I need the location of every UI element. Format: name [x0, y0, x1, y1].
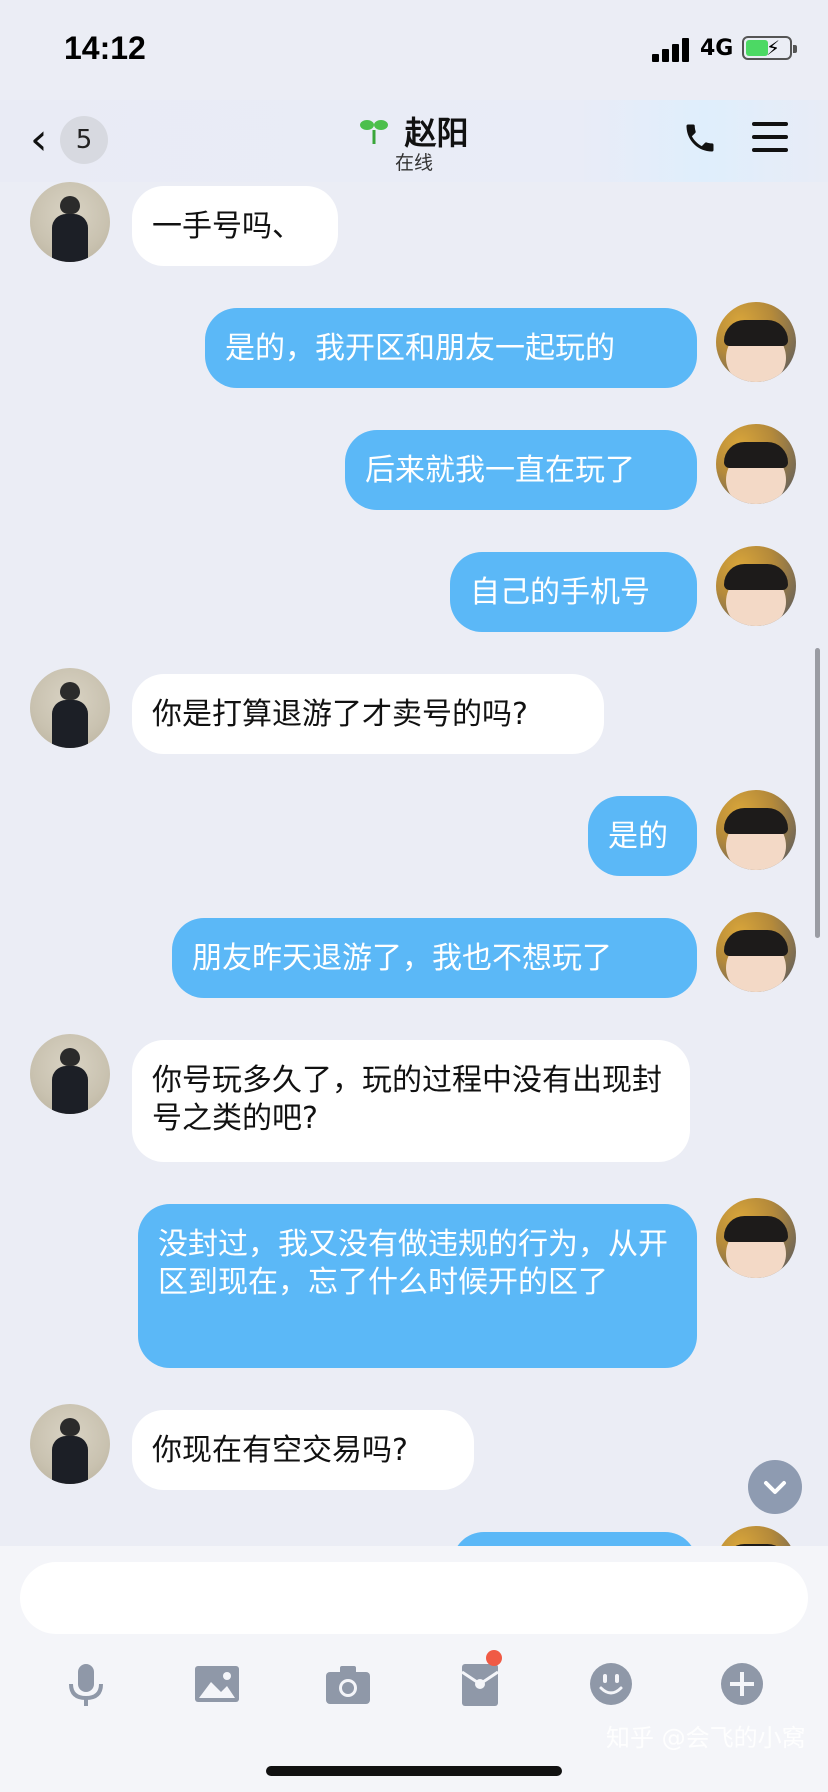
my-avatar[interactable] — [716, 1198, 796, 1278]
battery-icon: ⚡ — [742, 36, 797, 60]
message-incoming[interactable]: 你是打算退游了才卖号的吗? — [132, 674, 604, 754]
home-indicator[interactable] — [266, 1766, 562, 1776]
status-bar: 14:12 4G ⚡ — [0, 0, 828, 100]
scroll-to-bottom-button[interactable] — [748, 1460, 802, 1514]
message-outgoing-partial[interactable] — [452, 1532, 697, 1546]
message-outgoing[interactable]: 朋友昨天退游了，我也不想玩了 — [172, 918, 697, 998]
chat-messages[interactable]: 一手号吗、 是的，我开区和朋友一起玩的 后来就我一直在玩了 自己的手机号 你是打… — [0, 182, 828, 1546]
chevron-down-icon — [764, 1481, 786, 1494]
message-incoming[interactable]: 你现在有空交易吗? — [132, 1410, 474, 1490]
toolbar — [0, 1650, 828, 1714]
camera-icon[interactable] — [318, 1654, 378, 1714]
plus-icon[interactable] — [712, 1654, 772, 1714]
message-outgoing[interactable]: 是的 — [588, 796, 697, 876]
my-avatar[interactable] — [716, 546, 796, 626]
message-outgoing[interactable]: 是的，我开区和朋友一起玩的 — [205, 308, 697, 388]
watermark: 知乎 @会飞的小窝 — [606, 1724, 806, 1752]
menu-icon[interactable] — [752, 122, 788, 161]
my-avatar[interactable] — [716, 302, 796, 382]
red-packet-icon — [461, 1664, 499, 1706]
my-avatar[interactable] — [716, 1526, 796, 1546]
my-avatar[interactable] — [716, 912, 796, 992]
phone-icon[interactable] — [682, 120, 718, 156]
emoji-icon[interactable] — [581, 1654, 641, 1714]
notification-dot — [486, 1650, 502, 1666]
cellular-signal-icon — [652, 38, 692, 62]
contact-avatar[interactable] — [30, 1034, 110, 1114]
image-icon[interactable] — [187, 1654, 247, 1714]
contact-avatar[interactable] — [30, 182, 110, 262]
status-time: 14:12 — [64, 30, 146, 66]
message-outgoing[interactable]: 没封过，我又没有做违规的行为，从开区到现在，忘了什么时候开的区了 — [138, 1204, 697, 1368]
message-incoming[interactable]: 一手号吗、 — [132, 186, 338, 266]
contact-avatar[interactable] — [30, 1404, 110, 1484]
message-incoming[interactable]: 你号玩多久了，玩的过程中没有出现封号之类的吧? — [132, 1040, 690, 1162]
my-avatar[interactable] — [716, 424, 796, 504]
chat-header: ‹ 5 赵阳 在线 — [0, 100, 828, 182]
input-bar — [0, 1546, 828, 1792]
sprout-icon — [360, 120, 389, 144]
red-packet-button[interactable] — [450, 1650, 510, 1714]
network-type: 4G — [700, 36, 734, 61]
microphone-icon[interactable] — [56, 1654, 116, 1714]
message-outgoing[interactable]: 自己的手机号 — [450, 552, 697, 632]
scroll-indicator[interactable] — [815, 648, 820, 938]
message-input[interactable] — [20, 1562, 808, 1634]
message-outgoing[interactable]: 后来就我一直在玩了 — [345, 430, 697, 510]
my-avatar[interactable] — [716, 790, 796, 870]
contact-avatar[interactable] — [30, 668, 110, 748]
contact-name: 赵阳 — [404, 114, 469, 152]
